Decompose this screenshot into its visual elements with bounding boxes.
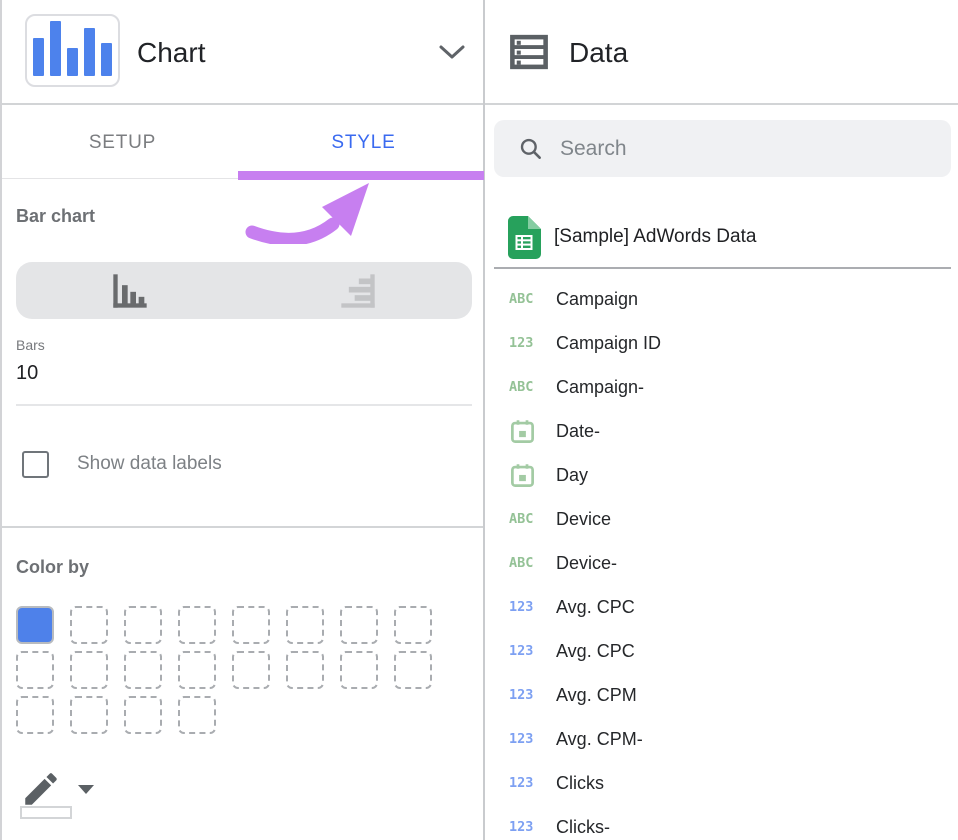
color-swatch[interactable]	[178, 606, 216, 644]
chart-header: Chart	[2, 0, 484, 105]
field-row[interactable]: ABC Device	[485, 497, 958, 541]
pencil-icon[interactable]	[20, 768, 62, 810]
field-row[interactable]: 123 Avg. CPM-	[485, 717, 958, 761]
bars-input-underline	[16, 404, 472, 406]
color-swatch[interactable]	[178, 651, 216, 689]
data-source-row[interactable]: [Sample] AdWords Data	[485, 212, 958, 262]
column-chart-icon[interactable]	[16, 262, 244, 319]
color-swatch[interactable]	[340, 651, 378, 689]
calendar-field-icon	[509, 462, 542, 489]
tab-style[interactable]: STYLE	[243, 107, 484, 178]
horizontal-bar-chart-icon[interactable]	[244, 262, 472, 319]
field-row[interactable]: 123 Clicks-	[485, 805, 958, 840]
color-swatch[interactable]	[124, 696, 162, 734]
color-swatch-grid	[16, 606, 432, 734]
color-swatch[interactable]	[124, 606, 162, 644]
border-color-preview	[20, 806, 72, 819]
field-row[interactable]: ABC Campaign	[485, 277, 958, 321]
tab-bar: SETUP STYLE	[2, 107, 484, 179]
123-field-icon: 123	[509, 819, 542, 835]
abc-field-icon: ABC	[509, 511, 542, 527]
color-swatch[interactable]	[178, 696, 216, 734]
chevron-down-icon[interactable]	[438, 44, 466, 60]
field-row[interactable]: 123 Campaign ID	[485, 321, 958, 365]
google-sheets-icon	[508, 216, 541, 259]
tab-setup[interactable]: SETUP	[2, 107, 243, 178]
123-field-icon: 123	[509, 687, 542, 703]
color-swatch[interactable]	[340, 606, 378, 644]
field-row[interactable]: 123 Avg. CPC	[485, 629, 958, 673]
chart-properties-panel: Chart SETUP STYLE Bar chart	[2, 0, 484, 840]
color-swatch[interactable]	[70, 651, 108, 689]
123-field-icon: 123	[509, 731, 542, 747]
bar-chart-icon	[25, 14, 120, 87]
color-swatch[interactable]	[70, 606, 108, 644]
123-field-icon: 123	[509, 335, 542, 351]
bar-chart-heading: Bar chart	[16, 206, 95, 227]
search-input[interactable]	[560, 137, 939, 161]
field-row[interactable]: ABC Campaign-	[485, 365, 958, 409]
field-list: ABC Campaign 123 Campaign ID ABC Campaig…	[485, 277, 958, 840]
field-row[interactable]: 123 Clicks	[485, 761, 958, 805]
color-swatch[interactable]	[232, 606, 270, 644]
color-swatch[interactable]	[124, 651, 162, 689]
data-header: Data	[485, 0, 958, 105]
abc-field-icon: ABC	[509, 555, 542, 571]
search-box	[494, 120, 951, 177]
data-panel: Data [Sample] AdWords Data	[485, 0, 958, 840]
bars-count-input[interactable]: 10	[16, 362, 472, 385]
color-swatch[interactable]	[286, 606, 324, 644]
color-swatch[interactable]	[394, 606, 432, 644]
123-field-icon: 123	[509, 775, 542, 791]
data-table-icon	[508, 31, 550, 73]
show-data-labels-checkbox[interactable]	[22, 451, 49, 478]
field-row[interactable]: 123 Avg. CPM	[485, 673, 958, 717]
chart-panel-title: Chart	[137, 0, 205, 105]
field-row[interactable]: Date-	[485, 409, 958, 453]
calendar-field-icon	[509, 418, 542, 445]
properties-panel: Chart SETUP STYLE Bar chart	[0, 0, 958, 840]
color-swatch[interactable]	[232, 651, 270, 689]
color-swatch[interactable]	[16, 696, 54, 734]
color-swatch[interactable]	[70, 696, 108, 734]
source-divider	[494, 267, 951, 269]
123-field-icon: 123	[509, 599, 542, 615]
section-divider	[2, 526, 484, 528]
caret-down-icon[interactable]	[78, 785, 94, 794]
data-source-name: [Sample] AdWords Data	[554, 226, 756, 248]
search-icon	[518, 136, 544, 162]
show-data-labels-label: Show data labels	[77, 453, 222, 475]
color-swatch[interactable]	[16, 606, 54, 644]
123-field-icon: 123	[509, 643, 542, 659]
color-by-heading: Color by	[16, 557, 89, 578]
field-row[interactable]: Day	[485, 453, 958, 497]
data-panel-title: Data	[569, 0, 628, 105]
field-row[interactable]: ABC Device-	[485, 541, 958, 585]
abc-field-icon: ABC	[509, 291, 542, 307]
field-row[interactable]: 123 Avg. CPC	[485, 585, 958, 629]
color-swatch[interactable]	[286, 651, 324, 689]
color-swatch[interactable]	[16, 651, 54, 689]
annotation-arrow-icon	[230, 178, 380, 244]
abc-field-icon: ABC	[509, 379, 542, 395]
color-swatch[interactable]	[394, 651, 432, 689]
bars-label: Bars	[16, 337, 45, 353]
chart-type-selector	[16, 262, 472, 319]
